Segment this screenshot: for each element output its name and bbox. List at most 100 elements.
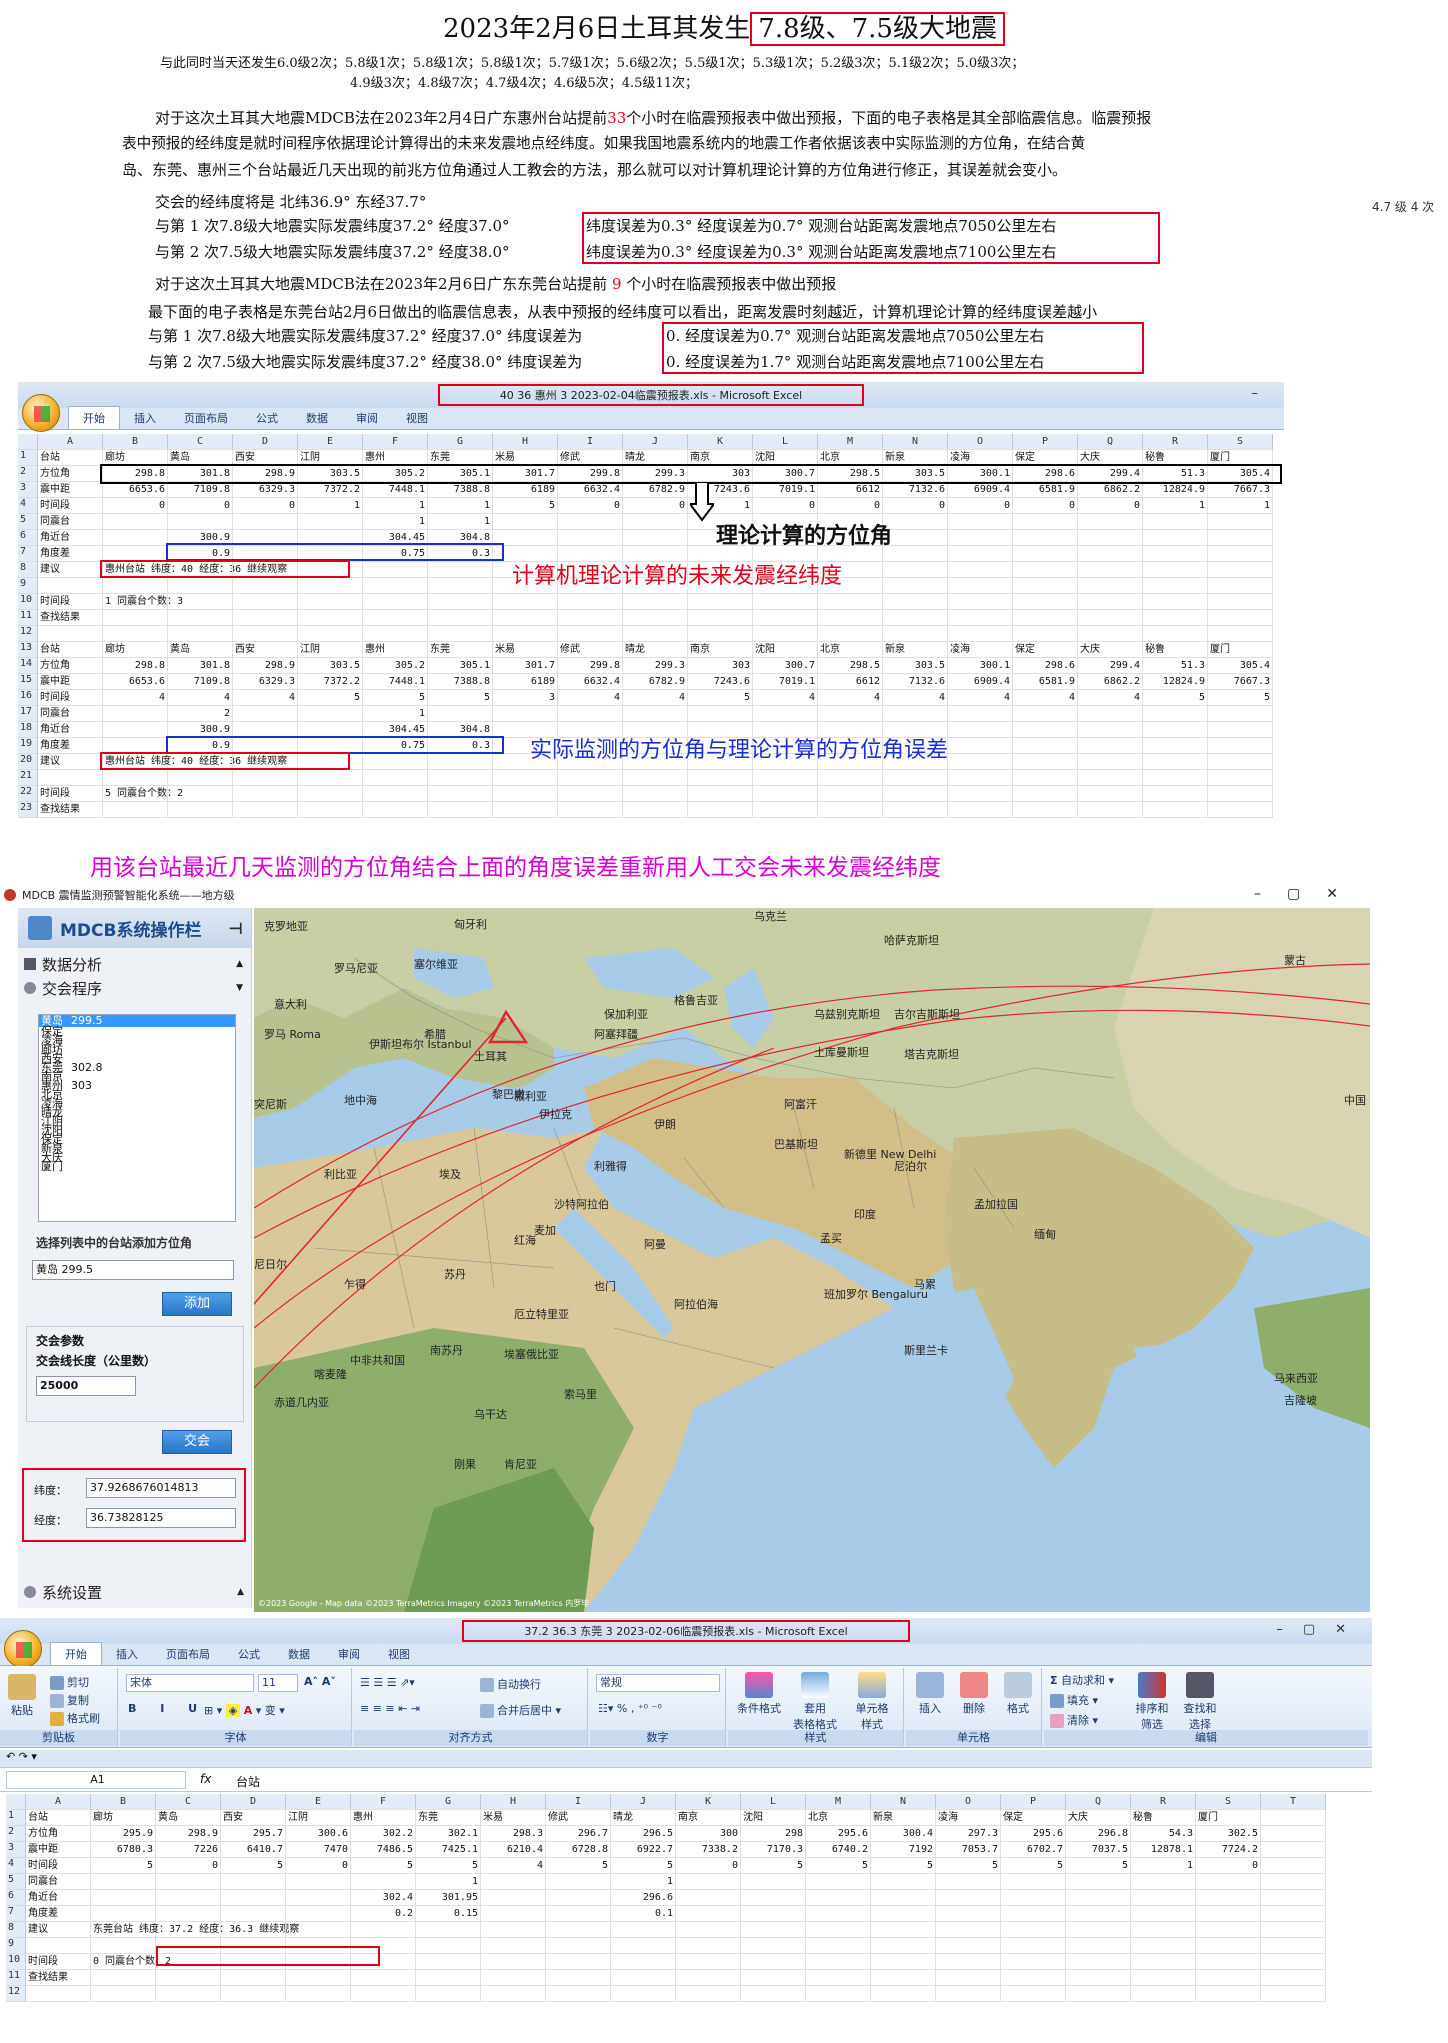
table-cell[interactable]	[1143, 546, 1208, 562]
table-cell[interactable]	[558, 626, 623, 642]
insert-cells-button[interactable]: 插入	[910, 1672, 950, 1716]
table-cell[interactable]: 晴龙	[611, 1810, 676, 1826]
station-list-item[interactable]: 保定	[39, 1026, 235, 1037]
table-cell[interactable]	[1013, 562, 1078, 578]
table-cell[interactable]	[1208, 530, 1273, 546]
table-cell[interactable]: 5	[298, 690, 363, 706]
table-cell[interactable]	[806, 1986, 871, 2002]
table-cell[interactable]	[1261, 1954, 1326, 1970]
table-cell[interactable]	[1013, 530, 1078, 546]
table-cell[interactable]: 5	[428, 690, 493, 706]
row-header[interactable]: 23	[18, 802, 38, 818]
table-cell[interactable]: 修武	[546, 1810, 611, 1826]
table-cell[interactable]: 4	[481, 1858, 546, 1874]
table-cell[interactable]: 0.2	[351, 1906, 416, 1922]
column-header[interactable]: Q	[1078, 434, 1143, 450]
table-cell[interactable]	[1261, 1874, 1326, 1890]
table-cell[interactable]	[1013, 578, 1078, 594]
table-cell[interactable]: 5	[1001, 1858, 1066, 1874]
table-cell[interactable]: 298	[741, 1826, 806, 1842]
table-cell[interactable]	[1131, 1890, 1196, 1906]
table-cell[interactable]	[233, 786, 298, 802]
table-cell[interactable]	[936, 1874, 1001, 1890]
table-cell[interactable]	[298, 706, 363, 722]
table-cell[interactable]: 南京	[688, 642, 753, 658]
table-cell[interactable]	[103, 802, 168, 818]
table-cell[interactable]: 6728.8	[546, 1842, 611, 1858]
table-cell[interactable]	[688, 610, 753, 626]
table-cell[interactable]: 同震台	[38, 706, 103, 722]
cell-styles-button[interactable]: 单元格 样式	[844, 1672, 900, 1732]
find-select-button[interactable]: 查找和 选择	[1178, 1672, 1222, 1732]
tab-page-layout[interactable]: 页面布局	[152, 1643, 224, 1665]
fill-button[interactable]: 填充 ▾	[1050, 1692, 1098, 1708]
table-cell[interactable]	[558, 594, 623, 610]
table-cell[interactable]	[883, 546, 948, 562]
table-cell[interactable]	[558, 514, 623, 530]
table-cell[interactable]: 凌海	[948, 642, 1013, 658]
table-cell[interactable]	[1196, 1954, 1261, 1970]
table-cell[interactable]: 新泉	[871, 1810, 936, 1826]
sort-filter-button[interactable]: 排序和 筛选	[1130, 1672, 1174, 1732]
table-cell[interactable]: 同震台	[26, 1874, 91, 1890]
table-cell[interactable]: 302.1	[416, 1826, 481, 1842]
table-cell[interactable]: 7372.2	[298, 674, 363, 690]
table-cell[interactable]: 0	[233, 498, 298, 514]
tab-formulas[interactable]: 公式	[242, 407, 292, 429]
table-cell[interactable]	[168, 578, 233, 594]
table-cell[interactable]: 时间段	[38, 690, 103, 706]
table-cell[interactable]	[168, 626, 233, 642]
name-box[interactable]: A1	[6, 1771, 186, 1789]
table-cell[interactable]	[493, 626, 558, 642]
row-header[interactable]: 4	[18, 498, 38, 514]
row-header[interactable]: 8	[6, 1922, 26, 1938]
table-cell[interactable]	[103, 578, 168, 594]
office-button-icon[interactable]	[22, 394, 60, 432]
column-header[interactable]: S	[1208, 434, 1273, 450]
table-cell[interactable]	[156, 1986, 221, 2002]
table-cell[interactable]	[818, 786, 883, 802]
table-cell[interactable]: 7448.1	[363, 482, 428, 498]
grow-shrink-font-button[interactable]: A˄ A˅	[304, 1675, 336, 1688]
table-cell[interactable]: 4	[233, 690, 298, 706]
tab-data[interactable]: 数据	[292, 407, 342, 429]
table-cell[interactable]	[688, 786, 753, 802]
table-cell[interactable]: 时间段	[38, 786, 103, 802]
table-cell[interactable]	[1143, 578, 1208, 594]
table-cell[interactable]	[806, 1938, 871, 1954]
table-cell[interactable]: 北京	[818, 642, 883, 658]
table-cell[interactable]: 4	[818, 690, 883, 706]
table-cell[interactable]	[103, 514, 168, 530]
minimize-icon[interactable]: –	[1252, 386, 1279, 401]
table-cell[interactable]: 302.4	[351, 1890, 416, 1906]
table-cell[interactable]	[623, 610, 688, 626]
column-header[interactable]: I	[546, 1794, 611, 1810]
table-cell[interactable]	[948, 786, 1013, 802]
table-cell[interactable]: 角近台	[38, 722, 103, 738]
table-cell[interactable]	[493, 594, 558, 610]
table-cell[interactable]	[91, 1874, 156, 1890]
table-cell[interactable]	[351, 1874, 416, 1890]
table-cell[interactable]	[1066, 1970, 1131, 1986]
table-cell[interactable]: 6581.9	[1013, 674, 1078, 690]
table-cell[interactable]: 时间段	[38, 498, 103, 514]
station-list-item[interactable]: 凌海	[39, 1098, 235, 1109]
table-cell[interactable]	[948, 610, 1013, 626]
table-cell[interactable]	[1001, 1986, 1066, 2002]
select-all-corner[interactable]	[6, 1794, 26, 1810]
table-cell[interactable]: 3	[493, 690, 558, 706]
column-header[interactable]: N	[883, 434, 948, 450]
merge-center-button[interactable]: 合并后居中 ▾	[480, 1702, 561, 1718]
table-cell[interactable]	[558, 530, 623, 546]
table-cell[interactable]: 302.2	[351, 1826, 416, 1842]
table-cell[interactable]	[363, 562, 428, 578]
row-header[interactable]: 3	[18, 482, 38, 498]
line-length-input[interactable]: 25000	[36, 1376, 136, 1396]
horizontal-align-buttons[interactable]: ≡ ≡ ≡ ⇤ ⇥	[360, 1702, 420, 1715]
table-cell[interactable]	[546, 1954, 611, 1970]
table-cell[interactable]	[1066, 1890, 1131, 1906]
excel2-sheet-grid[interactable]: A B C D E F G H I J K L M N O P Q R S T 1 台站 廊坊 黄岛 西安 江阴 惠州 东莞 米易 修武晴…	[6, 1794, 1366, 2043]
border-fill-color-buttons[interactable]: ⊞ ▾ ◈ A ▾ 变 ▾	[204, 1702, 285, 1718]
map-canvas[interactable]: 克罗地亚 匈牙利 乌克兰哈萨克斯坦蒙古罗马尼亚 塞尔维亚意大利罗马 Roma 保加利亚 格…	[254, 908, 1370, 1612]
table-cell[interactable]: 7243.6	[688, 674, 753, 690]
